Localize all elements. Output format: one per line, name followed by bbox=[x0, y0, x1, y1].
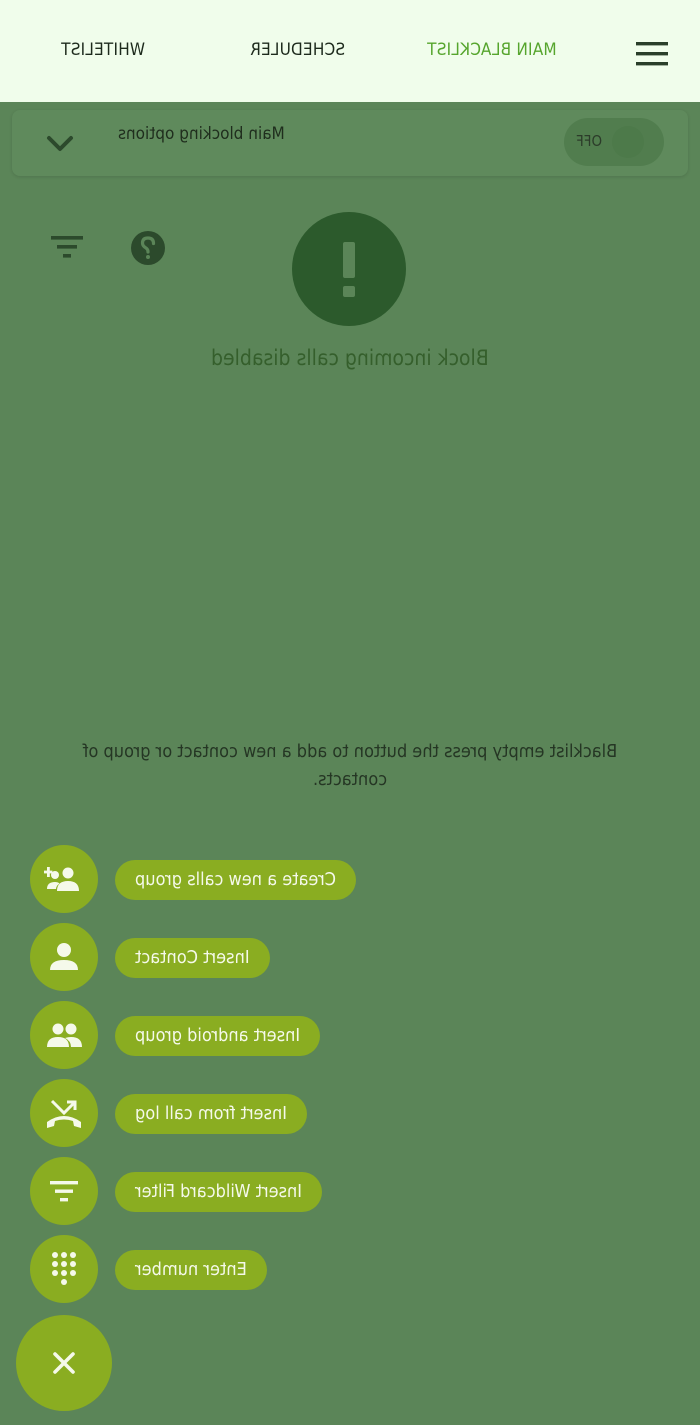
blocking-toggle-switch[interactable]: OFF bbox=[564, 118, 664, 166]
fab-item-insert-from-call-log[interactable]: Insert from call log bbox=[0, 1079, 420, 1149]
tab-main-blacklist[interactable]: MAIN BLACKLIST bbox=[427, 40, 557, 60]
fab-label-insert-wildcard-filter[interactable]: Insert Wildcard Filter bbox=[115, 1172, 323, 1212]
main-blocking-options-label: Main blocking options bbox=[118, 124, 285, 144]
tab-scheduler-label: SCHEDULER bbox=[250, 40, 346, 60]
add-group-icon[interactable] bbox=[30, 845, 98, 913]
fab-label-insert-from-call-log[interactable]: Insert from call log bbox=[115, 1094, 308, 1134]
hamburger-menu-icon[interactable] bbox=[628, 36, 676, 72]
fab-label-text: Enter number bbox=[135, 1259, 247, 1280]
fab-close-button[interactable] bbox=[16, 1315, 112, 1411]
exclamation-icon bbox=[292, 212, 406, 326]
fab-item-insert-contact[interactable]: Insert Contact bbox=[0, 923, 420, 993]
call-missed-icon[interactable] bbox=[30, 1079, 98, 1147]
blacklist-empty-message: Blacklist empty press the button to add … bbox=[82, 741, 618, 790]
tab-main-blacklist-label: MAIN BLACKLIST bbox=[427, 40, 557, 60]
block-status-text: Block incoming calls disabled bbox=[211, 346, 489, 370]
fab-item-create-calls-group[interactable]: Create a new calls group bbox=[0, 845, 420, 915]
fab-item-insert-android-group[interactable]: Insert android group bbox=[0, 1001, 420, 1071]
toggle-knob bbox=[612, 126, 644, 158]
help-icon[interactable] bbox=[129, 229, 167, 267]
fab-label-insert-android-group[interactable]: Insert android group bbox=[115, 1016, 321, 1056]
tab-scheduler[interactable]: SCHEDULER bbox=[250, 40, 345, 60]
person-icon[interactable] bbox=[30, 923, 98, 991]
filter-icon[interactable] bbox=[47, 230, 87, 264]
fab-label-text: Insert Wildcard Filter bbox=[135, 1181, 303, 1202]
fab-label-text: Create a new calls group bbox=[135, 869, 336, 890]
toggle-label-wrap: OFF bbox=[576, 132, 602, 150]
fab-label-insert-contact[interactable]: Insert Contact bbox=[115, 938, 270, 978]
empty-message-wrap: Blacklist empty press the button to add … bbox=[70, 738, 630, 794]
fab-item-enter-number[interactable]: Enter number bbox=[0, 1235, 420, 1305]
fab-label-create-calls-group[interactable]: Create a new calls group bbox=[115, 860, 356, 900]
chevron-down-icon[interactable] bbox=[44, 128, 76, 160]
top-app-bar: WHITELIST SCHEDULER MAIN BLACKLIST bbox=[0, 0, 700, 102]
tab-whitelist-label: WHITELIST bbox=[61, 40, 146, 60]
fab-label-text: Insert from call log bbox=[135, 1103, 288, 1124]
fab-item-insert-wildcard-filter[interactable]: Insert Wildcard Filter bbox=[0, 1157, 420, 1227]
fab-label-enter-number[interactable]: Enter number bbox=[115, 1250, 267, 1290]
close-icon bbox=[53, 1352, 75, 1374]
main-blocking-options-card[interactable]: Main blocking options OFF bbox=[12, 110, 688, 176]
options-label-wrap: Main blocking options bbox=[118, 124, 285, 144]
dialpad-icon[interactable] bbox=[30, 1235, 98, 1303]
fab-label-text: Insert android group bbox=[135, 1025, 301, 1046]
status-text-wrap: Block incoming calls disabled bbox=[0, 346, 700, 370]
tab-whitelist[interactable]: WHITELIST bbox=[61, 40, 145, 60]
filter-icon[interactable] bbox=[30, 1157, 98, 1225]
fab-label-text: Insert Contact bbox=[135, 947, 250, 968]
toggle-state-label: OFF bbox=[576, 132, 603, 150]
people-icon[interactable] bbox=[30, 1001, 98, 1069]
